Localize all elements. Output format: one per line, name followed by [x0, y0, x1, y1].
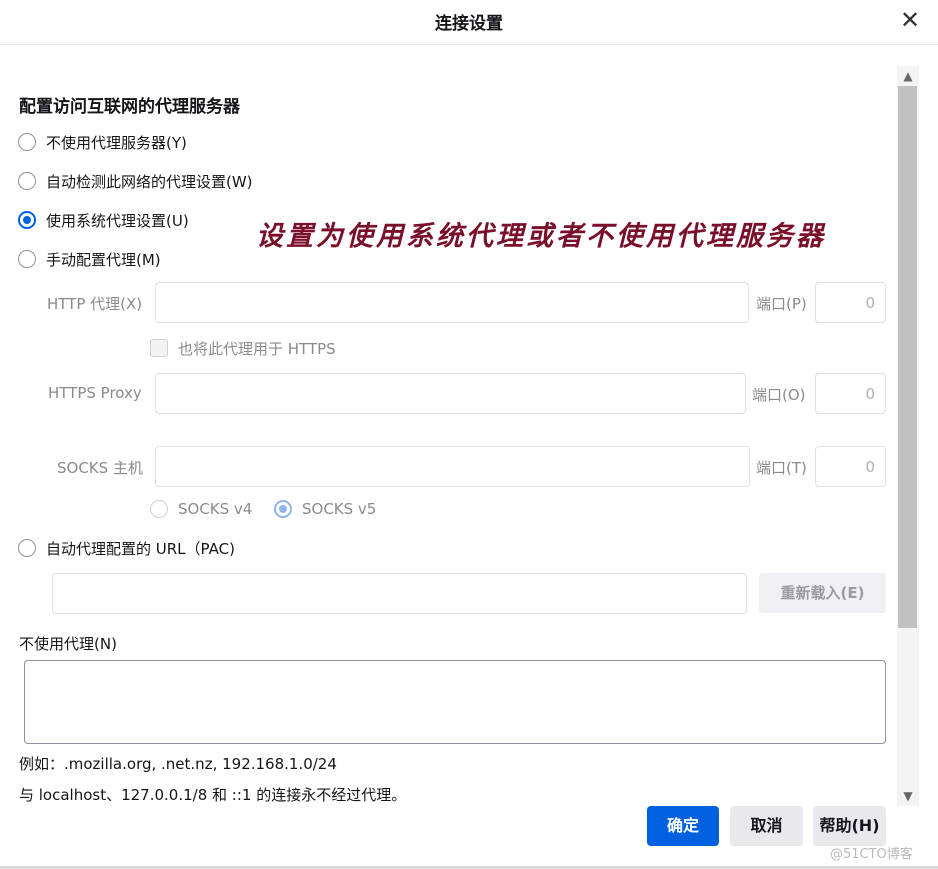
radio-button-checked[interactable] — [18, 211, 36, 229]
annotation-text: 设置为使用系统代理或者不使用代理服务器 — [256, 221, 826, 252]
scroll-up-icon[interactable]: ▲ — [897, 66, 919, 86]
radio-system-proxy[interactable]: 使用系统代理设置(U) — [18, 208, 189, 232]
https-port-input[interactable]: 0 — [815, 373, 886, 414]
radio-label: 不使用代理服务器(Y) — [46, 133, 187, 152]
pac-url-input[interactable] — [52, 573, 747, 614]
http-proxy-input[interactable] — [155, 282, 749, 323]
radio-label: SOCKS v5 — [302, 500, 377, 518]
dialog-title: 连接设置 — [435, 14, 503, 34]
watermark: @51CTO博客 — [830, 847, 913, 862]
radio-button[interactable] — [18, 539, 36, 557]
https-proxy-input[interactable] — [155, 373, 746, 414]
radio-auto-detect[interactable]: 自动检测此网络的代理设置(W) — [18, 169, 253, 193]
socks-port-input[interactable]: 0 — [815, 446, 886, 487]
socks-host-label: SOCKS 主机 — [57, 459, 143, 477]
radio-button[interactable] — [18, 133, 36, 151]
https-proxy-label: HTTPS Proxy — [48, 384, 142, 402]
close-icon[interactable]: ✕ — [896, 6, 924, 34]
https-port-label: 端口(O) — [752, 386, 806, 404]
also-https-checkbox[interactable] — [150, 339, 168, 357]
socks-port-label: 端口(T) — [756, 459, 807, 477]
scroll-down-icon[interactable]: ▼ — [897, 786, 919, 806]
radio-pac[interactable]: 自动代理配置的 URL（PAC) — [18, 536, 235, 560]
section-heading: 配置访问互联网的代理服务器 — [19, 97, 240, 117]
radio-label: 自动检测此网络的代理设置(W) — [46, 172, 253, 191]
radio-manual-proxy[interactable]: 手动配置代理(M) — [18, 247, 161, 271]
no-proxy-textarea[interactable] — [24, 660, 886, 744]
http-port-label: 端口(P) — [756, 295, 807, 313]
radio-label: 自动代理配置的 URL（PAC) — [46, 539, 235, 558]
socks-v4-option[interactable]: SOCKS v4 — [150, 497, 252, 521]
no-proxy-note: 与 localhost、127.0.0.1/8 和 ::1 的连接永不经过代理。 — [19, 786, 407, 804]
help-button[interactable]: 帮助(H) — [813, 806, 886, 846]
radio-label: SOCKS v4 — [178, 500, 253, 518]
ok-button[interactable]: 确定 — [647, 806, 719, 846]
radio-button-checked[interactable] — [274, 500, 292, 518]
radio-label: 使用系统代理设置(U) — [46, 211, 189, 230]
reload-button[interactable]: 重新载入(E) — [759, 573, 886, 613]
also-https-label: 也将此代理用于 HTTPS — [178, 340, 336, 358]
no-proxy-example: 例如：.mozilla.org, .net.nz, 192.168.1.0/24 — [19, 755, 337, 773]
radio-label: 手动配置代理(M) — [46, 250, 161, 269]
http-port-input[interactable]: 0 — [815, 282, 886, 323]
cancel-button[interactable]: 取消 — [730, 806, 803, 846]
scrollbar-thumb[interactable] — [898, 86, 917, 628]
radio-button[interactable] — [150, 500, 168, 518]
socks-host-input[interactable] — [155, 446, 750, 487]
http-proxy-label: HTTP 代理(X) — [47, 295, 143, 313]
radio-no-proxy[interactable]: 不使用代理服务器(Y) — [18, 130, 187, 154]
socks-v5-option[interactable]: SOCKS v5 — [274, 497, 376, 521]
radio-button[interactable] — [18, 250, 36, 268]
radio-button[interactable] — [18, 172, 36, 190]
no-proxy-label: 不使用代理(N) — [19, 635, 117, 653]
